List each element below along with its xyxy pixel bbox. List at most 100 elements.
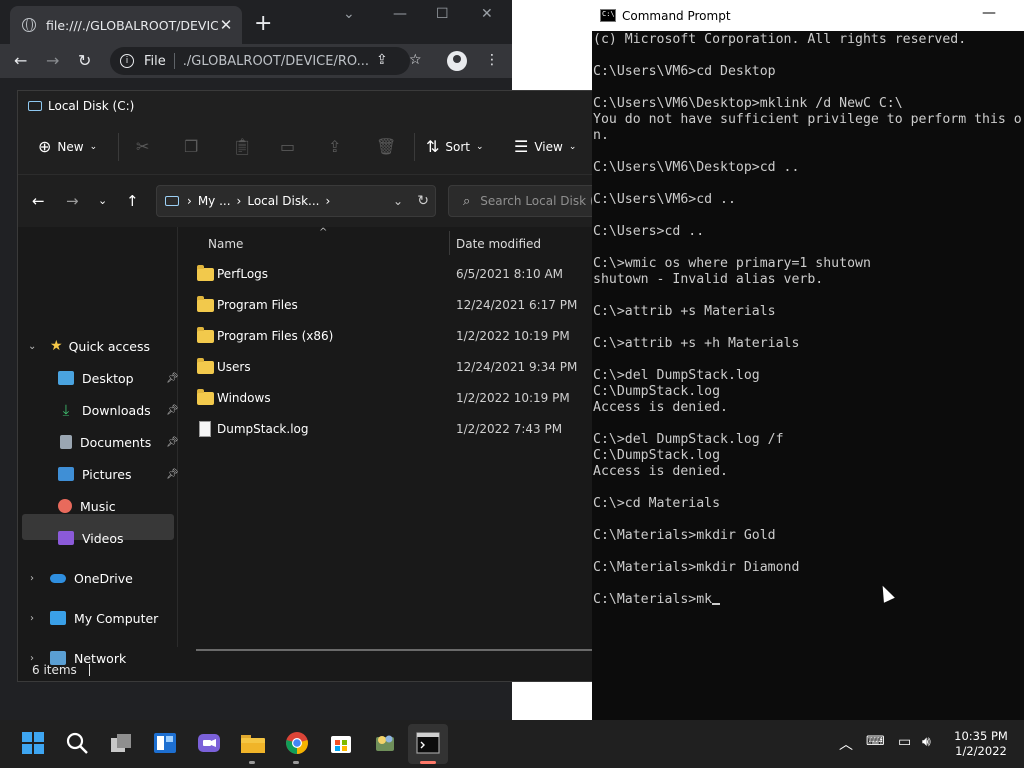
chrome-minimize-button[interactable]: — <box>393 6 407 22</box>
nav-quick-access[interactable]: ⌄ ★ Quick access <box>28 333 150 359</box>
folder-icon <box>197 358 214 374</box>
search-icon[interactable] <box>64 730 90 756</box>
file-row[interactable]: Program Files (x86) 1/2/2022 10:19 PM <box>179 321 592 351</box>
nav-pictures[interactable]: Pictures 📌︎ <box>58 461 179 487</box>
chrome-close-button[interactable]: ✕ <box>481 6 493 22</box>
file-explorer-icon[interactable] <box>240 730 266 756</box>
up-arrow-icon[interactable]: ↑ <box>126 192 139 210</box>
share-icon[interactable]: ⇪ <box>376 52 388 68</box>
forward-arrow-icon[interactable]: → <box>66 192 79 210</box>
new-button-label: New <box>57 139 84 154</box>
omnibox[interactable]: i File ./GLOBALROOT/DEVICE/RO... <box>110 47 410 75</box>
chrome-icon[interactable] <box>284 730 310 756</box>
file-row[interactable]: Windows 1/2/2022 10:19 PM <box>179 383 592 413</box>
console-output[interactable]: (c) Microsoft Corporation. All rights re… <box>593 32 1024 608</box>
paste-icon[interactable]: 📋︎ <box>232 137 252 156</box>
new-tab-button[interactable]: + <box>254 13 272 35</box>
recent-locations-chevron-icon[interactable]: ⌄ <box>98 194 107 207</box>
microsoft-store-icon[interactable] <box>328 730 354 756</box>
task-view-icon[interactable] <box>108 730 134 756</box>
omnibox-scheme: File <box>144 53 166 69</box>
command-prompt-icon[interactable] <box>415 730 441 756</box>
nav-downloads[interactable]: ⤓ Downloads 📌︎ <box>58 397 179 423</box>
nav-desktop[interactable]: Desktop 📌︎ <box>58 365 179 391</box>
back-arrow-icon[interactable]: ← <box>14 51 27 70</box>
pin-icon[interactable]: 📌︎ <box>166 373 179 384</box>
breadcrumb-local-disk[interactable]: Local Disk... <box>247 194 319 208</box>
chevron-right-icon[interactable]: › <box>30 653 34 664</box>
delete-icon[interactable]: 🗑︎ <box>376 137 396 156</box>
folder-icon <box>197 389 214 405</box>
console-prompt-line[interactable]: C:\Materials>mk <box>593 592 1024 608</box>
refresh-icon[interactable]: ↻ <box>417 193 429 209</box>
folder-icon <box>197 327 214 343</box>
breadcrumb-my-computer[interactable]: My ... <box>198 194 231 208</box>
nav-label: My Computer <box>74 610 159 626</box>
rename-icon[interactable]: ▭ <box>280 137 295 156</box>
nav-onedrive[interactable]: › OneDrive <box>30 565 133 591</box>
show-hidden-icons-chevron-icon[interactable]: ︿ <box>839 734 853 754</box>
file-list: Name ^ Date modified PerfLogs 6/5/2021 8… <box>179 227 592 647</box>
cut-icon[interactable]: ✂ <box>136 137 149 156</box>
sort-button[interactable]: ⇅ Sort ⌄ <box>426 137 484 156</box>
chevron-down-icon[interactable]: ⌄ <box>28 341 36 352</box>
volume-icon[interactable]: 🔊︎ <box>922 734 931 750</box>
horizontal-scrollbar[interactable] <box>196 649 592 651</box>
nav-my-computer[interactable]: › My Computer <box>30 605 159 631</box>
pin-icon[interactable]: 📌︎ <box>166 405 179 416</box>
reload-icon[interactable]: ↻ <box>78 51 91 70</box>
chat-icon[interactable] <box>196 730 222 756</box>
pin-icon[interactable]: 📌︎ <box>166 469 179 480</box>
navigation-pane: ⌄ ★ Quick access Desktop 📌︎ ⤓ Downloads … <box>18 227 179 666</box>
chevron-down-icon[interactable]: ⌄ <box>393 194 403 208</box>
chrome-menu-icon[interactable]: ⋮ <box>485 52 499 68</box>
chevron-right-icon[interactable]: › <box>30 613 34 624</box>
app-icon[interactable] <box>372 730 398 756</box>
console-line: C:\>wmic os where primary=1 shutown <box>593 256 871 271</box>
file-row[interactable]: DumpStack.log 1/2/2022 7:43 PM <box>179 414 592 444</box>
chrome-maximize-button[interactable]: ☐ <box>436 6 449 22</box>
column-separator[interactable] <box>449 231 450 255</box>
pin-icon[interactable]: 📌︎ <box>166 437 179 448</box>
file-row[interactable]: Program Files 12/24/2021 6:17 PM <box>179 290 592 320</box>
copy-icon[interactable]: ❐ <box>184 137 198 156</box>
bookmark-star-icon[interactable]: ☆ <box>409 52 422 68</box>
computer-icon <box>165 196 179 206</box>
info-icon[interactable]: i <box>120 54 134 68</box>
start-windows-icon[interactable] <box>20 730 46 756</box>
forward-arrow-icon[interactable]: → <box>46 51 59 70</box>
nav-videos[interactable]: Videos <box>58 525 124 551</box>
chevron-right-icon[interactable]: › <box>30 573 34 584</box>
share-icon[interactable]: ⇪ <box>328 137 341 156</box>
system-clock[interactable]: 10:35 PM 1/2/2022 <box>944 729 1018 759</box>
tab-close-button[interactable]: ✕ <box>218 16 234 34</box>
nav-documents[interactable]: Documents 📌︎ <box>58 429 179 455</box>
chrome-tab[interactable]: file:///./GLOBALROOT/DEVICE/R ✕ <box>10 6 242 44</box>
profile-avatar-icon[interactable] <box>447 51 467 71</box>
console-line: Access is denied. <box>593 464 728 479</box>
cmd-minimize-button[interactable]: — <box>982 5 996 21</box>
network-icon[interactable]: ▭ <box>898 734 911 750</box>
console-line: C:\>attrib +s Materials <box>593 304 776 319</box>
file-row[interactable]: Users 12/24/2021 9:34 PM <box>179 352 592 382</box>
view-button[interactable]: ☰ View ⌄ <box>514 137 576 156</box>
new-button[interactable]: ⊕ New ⌄ <box>38 137 97 156</box>
back-arrow-icon[interactable]: ← <box>32 192 45 210</box>
column-header-name[interactable]: Name <box>208 237 243 251</box>
nav-music[interactable]: Music <box>58 493 116 519</box>
chrome-tab-search-icon[interactable]: ⌄ <box>343 6 355 22</box>
console-line: C:\Materials>mkdir Diamond <box>593 560 800 575</box>
widgets-icon[interactable] <box>152 730 178 756</box>
omnibox-url[interactable]: ./GLOBALROOT/DEVICE/RO... <box>183 54 400 69</box>
breadcrumb-separator: › <box>325 194 331 208</box>
console-line: C:\>del DumpStack.log /f <box>593 432 784 447</box>
column-header-date[interactable]: Date modified <box>456 237 541 251</box>
search-input[interactable]: ⌕ Search Local Disk (C:) <box>448 185 592 217</box>
keyboard-icon[interactable]: ⌨ <box>866 734 885 749</box>
address-path[interactable]: › My ... › Local Disk... › ⌄ ↻ <box>156 185 436 217</box>
sort-icon: ⇅ <box>426 137 440 156</box>
command-prompt-window[interactable]: Command Prompt — (c) Microsoft Corporati… <box>592 0 1024 720</box>
file-row[interactable]: PerfLogs 6/5/2021 8:10 AM <box>179 259 592 289</box>
pictures-icon <box>58 467 74 481</box>
